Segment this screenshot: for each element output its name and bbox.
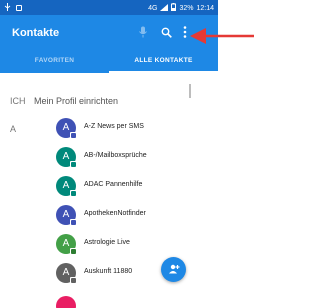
add-contact-button[interactable] — [161, 257, 186, 282]
contact-tabs: FAVORITEN ALLE KONTAKTE — [0, 51, 218, 73]
contact-name: ADAC Pannenhilfe — [84, 181, 143, 188]
battery-icon — [171, 3, 177, 13]
avatar-initial: A — [62, 151, 70, 162]
avatar-badge-icon — [70, 132, 77, 139]
avatar-badge-icon — [70, 277, 77, 284]
contact-row[interactable]: A A-Z News per SMS — [0, 116, 218, 142]
avatar-badge-icon — [70, 219, 77, 226]
avatar-initial: A — [62, 122, 70, 133]
contact-name: A-Z News per SMS — [84, 123, 144, 130]
clock: 12:14 — [196, 4, 214, 12]
list-scrollbar[interactable] — [189, 84, 191, 98]
battery-percent: 32% — [179, 4, 194, 12]
contact-name: AB-/Mailboxsprüche — [84, 152, 147, 159]
tab-favorites[interactable]: FAVORITEN — [0, 51, 109, 73]
avatar-initial: A — [62, 180, 70, 191]
avatar-initial: A — [62, 238, 70, 249]
contact-avatar: A — [56, 263, 77, 284]
contact-row[interactable]: A ADAC Pannenhilfe — [0, 174, 218, 200]
avatar-badge-icon — [70, 190, 77, 197]
app-toolbar: Kontakte — [0, 15, 218, 51]
contact-row[interactable]: A Astrologie Live — [0, 232, 218, 258]
contact-avatar: A — [56, 118, 77, 139]
app-title: Kontakte — [12, 27, 60, 39]
contact-avatar: A — [56, 205, 77, 226]
mic-icon[interactable] — [134, 23, 152, 41]
search-icon[interactable] — [157, 23, 175, 41]
annotation-arrow-icon — [190, 28, 254, 44]
signal-icon — [160, 3, 169, 13]
avatar-initial: A — [62, 267, 70, 278]
section-me: ICH — [10, 96, 26, 106]
setup-profile-link[interactable]: Mein Profil einrichten — [34, 96, 118, 106]
status-bar: 4G 32% 12:14 — [0, 0, 218, 15]
avatar-badge-icon — [70, 248, 77, 255]
usb-icon — [4, 3, 11, 13]
contact-row[interactable]: A ApothekenNotfinder — [0, 203, 218, 229]
phone-screen: 4G 32% 12:14 Kontakte FAVORITEN ALLE KON… — [0, 0, 218, 308]
contact-name: Auskunft 11880 — [84, 268, 133, 275]
partial-contact-avatar — [56, 296, 76, 308]
status-indicators: 4G 32% 12:14 — [148, 3, 214, 13]
status-notifications — [4, 3, 22, 13]
contact-avatar: A — [56, 234, 77, 255]
avatar-badge-icon — [70, 161, 77, 168]
avatar-initial: A — [62, 209, 70, 220]
image-notification-icon — [16, 5, 22, 11]
contact-row[interactable]: A AB-/Mailboxsprüche — [0, 145, 218, 171]
contact-avatar: A — [56, 176, 77, 197]
tab-all-contacts[interactable]: ALLE KONTAKTE — [109, 51, 218, 73]
contact-avatar: A — [56, 147, 77, 168]
add-contact-icon — [168, 261, 180, 279]
contact-name: Astrologie Live — [84, 239, 130, 246]
contact-name: ApothekenNotfinder — [84, 210, 146, 217]
network-type: 4G — [148, 4, 158, 12]
